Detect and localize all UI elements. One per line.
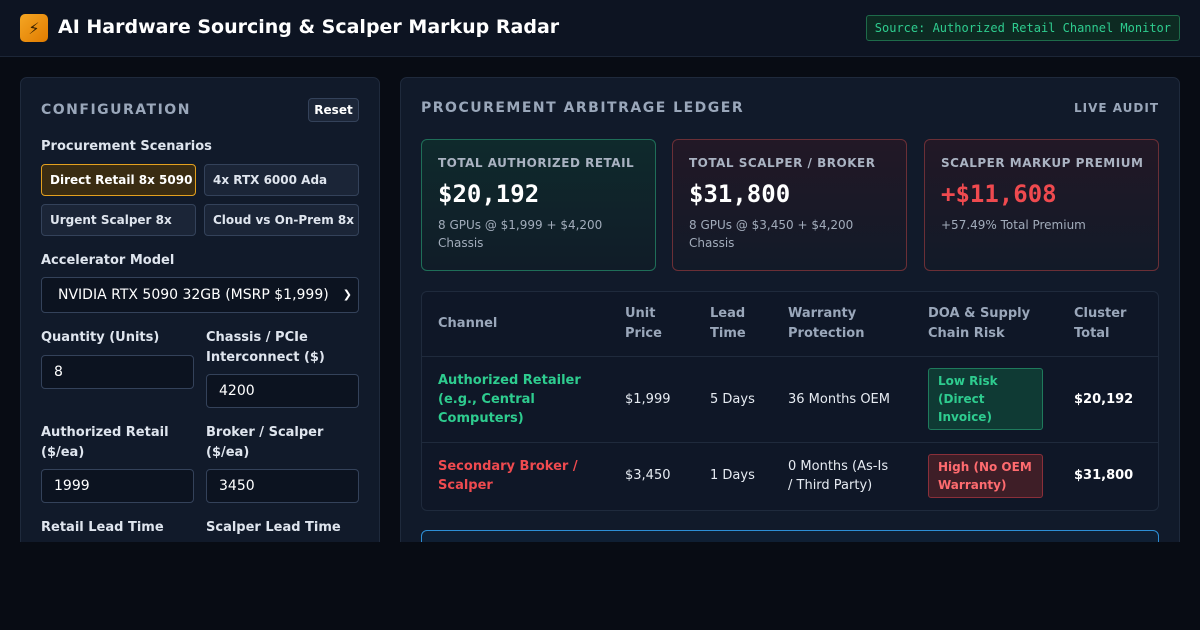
configuration-panel: CONFIGURATION Reset Procurement Scenario… bbox=[20, 77, 380, 542]
column-header-lead-time: Lead Time bbox=[694, 292, 772, 357]
main-viewport: CONFIGURATION Reset Procurement Scenario… bbox=[0, 57, 1200, 542]
card-label: TOTAL AUTHORIZED RETAIL bbox=[438, 156, 635, 170]
scalper-price-input[interactable]: 3450 bbox=[206, 469, 359, 503]
column-header-unit-price: Unit Price bbox=[609, 292, 694, 357]
app-title: AI Hardware Sourcing & Scalper Markup Ra… bbox=[58, 16, 560, 38]
card-label: SCALPER MARKUP PREMIUM bbox=[941, 156, 1144, 170]
warranty-cell: 36 Months OEM bbox=[772, 356, 912, 443]
total-cell: $20,192 bbox=[1058, 356, 1158, 443]
channel-cell: Authorized Retailer (e.g., Central Compu… bbox=[422, 356, 609, 443]
risk-cell: Low Risk (Direct Invoice) bbox=[912, 356, 1058, 443]
scenario-rtx-6000-button[interactable]: 4x RTX 6000 Ada bbox=[204, 164, 359, 196]
configuration-title: CONFIGURATION bbox=[41, 102, 191, 118]
model-label: Accelerator Model bbox=[41, 253, 175, 268]
card-subtext: +57.49% Total Premium bbox=[941, 218, 1086, 232]
total-cell: $31,800 bbox=[1074, 468, 1134, 484]
ledger-panel: PROCUREMENT ARBITRAGE LEDGER LIVE AUDIT … bbox=[400, 77, 1180, 542]
quantity-label: Quantity (Units) bbox=[41, 330, 160, 345]
retail-price-input[interactable]: 1999 bbox=[41, 469, 194, 503]
chevron-down-icon: ❯ bbox=[342, 288, 352, 301]
scalper-lead-time-label: Scalper Lead Time bbox=[206, 520, 341, 535]
lightning-icon: ⚡ bbox=[20, 14, 48, 42]
scenarios-label: Procurement Scenarios bbox=[41, 139, 212, 154]
table-row: Authorized Retailer (e.g., Central Compu… bbox=[422, 356, 1158, 443]
risk-cell: High (No OEM Warranty) bbox=[912, 442, 1058, 509]
info-panel bbox=[421, 530, 1159, 542]
retail-total-card: TOTAL AUTHORIZED RETAIL $20,192 8 GPUs @… bbox=[421, 139, 656, 271]
scenario-direct-retail-button[interactable]: Direct Retail 8x 5090 bbox=[41, 164, 196, 196]
chassis-label: Chassis / PCIe Interconnect ($) bbox=[206, 330, 325, 365]
reset-button[interactable]: Reset bbox=[308, 98, 359, 122]
card-subtext: 8 GPUs @ $3,450 + $4,200 Chassis bbox=[689, 218, 854, 250]
table-header-row: Channel Unit Price Lead Time Warranty Pr… bbox=[422, 292, 1158, 357]
card-subtext: 8 GPUs @ $1,999 + $4,200 Chassis bbox=[438, 218, 603, 250]
scenario-cloud-vs-onprem-button[interactable]: Cloud vs On-Prem 8x bbox=[204, 204, 359, 236]
lead-time-cell: 5 Days bbox=[694, 356, 772, 443]
source-badge: Source: Authorized Retail Channel Monito… bbox=[865, 15, 1180, 41]
card-label: TOTAL SCALPER / BROKER bbox=[689, 156, 876, 170]
card-value: $20,192 bbox=[438, 180, 540, 208]
column-header-warranty: Warranty Protection bbox=[772, 292, 912, 357]
scalper-price-label: Broker / Scalper ($/ea) bbox=[206, 425, 324, 460]
column-header-total: Cluster Total bbox=[1058, 292, 1158, 357]
column-header-channel: Channel bbox=[422, 292, 609, 357]
app-header: ⚡ AI Hardware Sourcing & Scalper Markup … bbox=[0, 0, 1200, 57]
model-select[interactable]: NVIDIA RTX 5090 32GB (MSRP $1,999) ❯ bbox=[41, 277, 359, 313]
unit-price-cell: $3,450 bbox=[625, 468, 671, 484]
scalper-total-card: TOTAL SCALPER / BROKER $31,800 8 GPUs @ … bbox=[672, 139, 907, 271]
risk-badge: Low Risk (Direct Invoice) bbox=[928, 368, 1043, 430]
column-header-risk: DOA & Supply Chain Risk bbox=[912, 292, 1058, 357]
warranty-cell: 0 Months (As-Is / Third Party) bbox=[788, 458, 889, 493]
arbitrage-table: Channel Unit Price Lead Time Warranty Pr… bbox=[421, 291, 1159, 511]
card-value: $31,800 bbox=[689, 180, 791, 208]
retail-lead-time-label: Retail Lead Time bbox=[41, 520, 164, 535]
chassis-input[interactable]: 4200 bbox=[206, 374, 359, 408]
lead-time-cell: 1 Days bbox=[710, 468, 755, 484]
model-select-value: NVIDIA RTX 5090 32GB (MSRP $1,999) bbox=[58, 287, 329, 303]
live-audit-label: LIVE AUDIT bbox=[1073, 101, 1159, 115]
channel-cell: Secondary Broker / Scalper bbox=[438, 458, 578, 493]
card-value: +$11,608 bbox=[941, 180, 1057, 208]
risk-badge: High (No OEM Warranty) bbox=[928, 453, 1043, 498]
unit-price-cell: $1,999 bbox=[609, 356, 694, 443]
quantity-input[interactable]: 8 bbox=[41, 355, 194, 389]
scenario-urgent-scalper-button[interactable]: Urgent Scalper 8x bbox=[41, 204, 196, 236]
retail-price-label: Authorized Retail ($/ea) bbox=[41, 425, 169, 460]
markup-premium-card: SCALPER MARKUP PREMIUM +$11,608 +57.49% … bbox=[924, 139, 1159, 271]
table-row: Secondary Broker / Scalper $3,450 1 Days… bbox=[422, 442, 1158, 509]
ledger-title: PROCUREMENT ARBITRAGE LEDGER bbox=[421, 100, 745, 116]
